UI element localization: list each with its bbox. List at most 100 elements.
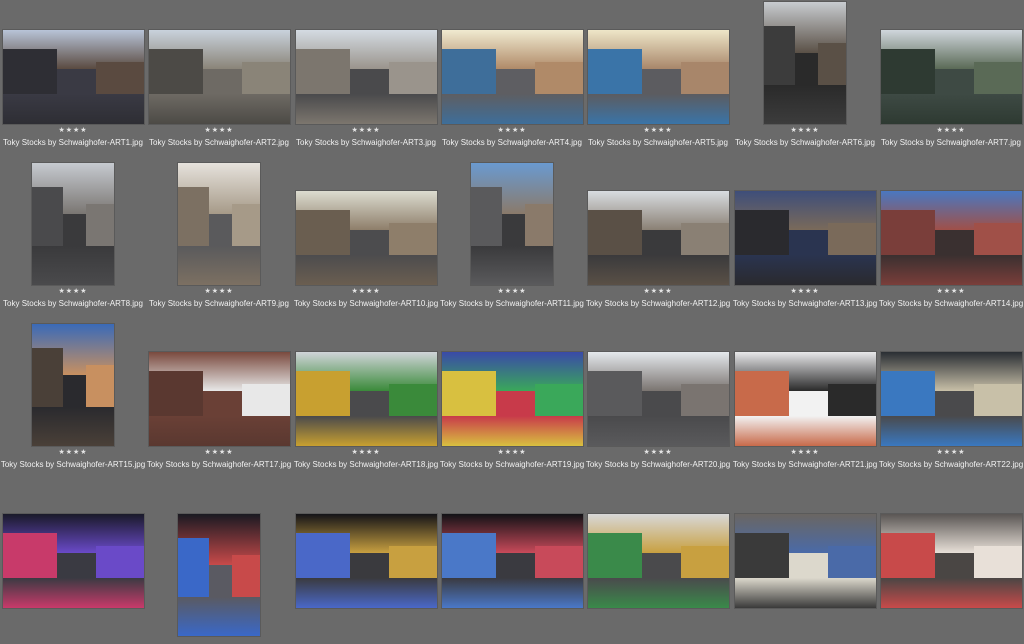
- thumbnail-cell[interactable]: ★★★★ Toky Stocks by Schwaighofer-ART4.jp…: [439, 0, 585, 161]
- filename-label: Toky Stocks by Schwaighofer-ART15.jpg: [0, 460, 146, 469]
- thumbnail-cell[interactable]: [732, 483, 878, 644]
- thumbnail-image[interactable]: [149, 352, 290, 446]
- thumbnail-image[interactable]: [32, 163, 114, 285]
- thumbnail-cell[interactable]: ★★★★ Toky Stocks by Schwaighofer-ART14.j…: [878, 161, 1024, 322]
- thumbnail-image[interactable]: [881, 514, 1022, 608]
- star-rating[interactable]: ★★★★: [585, 288, 731, 296]
- thumbnail-image[interactable]: [471, 163, 553, 285]
- thumbnail-image[interactable]: [32, 324, 114, 446]
- thumbnail-ground: [178, 597, 260, 636]
- star-rating[interactable]: ★★★★: [293, 127, 439, 135]
- star-rating[interactable]: ★★★★: [732, 127, 878, 135]
- thumbnail-ground: [735, 416, 876, 446]
- thumbnail-cell[interactable]: [0, 483, 146, 644]
- thumbnail-image[interactable]: [881, 30, 1022, 124]
- thumbnail-image[interactable]: [588, 191, 729, 285]
- star-rating[interactable]: ★★★★: [585, 127, 731, 135]
- star-rating[interactable]: ★★★★: [878, 288, 1024, 296]
- thumbnail-ground: [588, 416, 729, 446]
- thumbnail-cell[interactable]: ★★★★ Toky Stocks by Schwaighofer-ART11.j…: [439, 161, 585, 322]
- thumbnail-cell[interactable]: ★★★★ Toky Stocks by Schwaighofer-ART6.jp…: [732, 0, 878, 161]
- thumbnail-cell[interactable]: ★★★★ Toky Stocks by Schwaighofer-ART12.j…: [585, 161, 731, 322]
- thumbnail-image[interactable]: [735, 352, 876, 446]
- thumbnail-ground: [764, 85, 846, 124]
- thumbnail-cell[interactable]: ★★★★ Toky Stocks by Schwaighofer-ART2.jp…: [146, 0, 292, 161]
- star-rating[interactable]: ★★★★: [439, 288, 585, 296]
- star-rating[interactable]: ★★★★: [293, 288, 439, 296]
- star-rating[interactable]: ★★★★: [878, 449, 1024, 457]
- thumbnail-cell[interactable]: ★★★★ Toky Stocks by Schwaighofer-ART22.j…: [878, 322, 1024, 483]
- thumbnail-cell[interactable]: ★★★★ Toky Stocks by Schwaighofer-ART8.jp…: [0, 161, 146, 322]
- filename-label: Toky Stocks by Schwaighofer-ART18.jpg: [293, 460, 439, 469]
- thumbnail-image[interactable]: [881, 352, 1022, 446]
- star-rating[interactable]: ★★★★: [439, 449, 585, 457]
- thumbnail-cell[interactable]: ★★★★ Toky Stocks by Schwaighofer-ART1.jp…: [0, 0, 146, 161]
- star-rating[interactable]: ★★★★: [146, 449, 292, 457]
- thumbnail-image[interactable]: [442, 30, 583, 124]
- thumbnail-ground: [588, 255, 729, 285]
- star-rating[interactable]: ★★★★: [585, 449, 731, 457]
- thumbnail-image[interactable]: [735, 191, 876, 285]
- thumbnail-cell[interactable]: ★★★★ Toky Stocks by Schwaighofer-ART9.jp…: [146, 161, 292, 322]
- thumbnail-cell[interactable]: [878, 483, 1024, 644]
- thumbnail-image[interactable]: [735, 514, 876, 608]
- filename-label: Toky Stocks by Schwaighofer-ART1.jpg: [3, 138, 143, 147]
- star-rating[interactable]: ★★★★: [0, 449, 146, 457]
- filename-label: Toky Stocks by Schwaighofer-ART10.jpg: [293, 299, 439, 308]
- star-rating[interactable]: ★★★★: [878, 127, 1024, 135]
- thumbnail-image[interactable]: [149, 30, 290, 124]
- thumbnail-cell[interactable]: ★★★★ Toky Stocks by Schwaighofer-ART5.jp…: [585, 0, 731, 161]
- filename-label: Toky Stocks by Schwaighofer-ART22.jpg: [878, 460, 1024, 469]
- thumbnail-cell[interactable]: ★★★★ Toky Stocks by Schwaighofer-ART17.j…: [146, 322, 292, 483]
- thumbnail-ground: [588, 94, 729, 124]
- thumbnail-cell[interactable]: ★★★★ Toky Stocks by Schwaighofer-ART15.j…: [0, 322, 146, 483]
- thumbnail-cell[interactable]: ★★★★ Toky Stocks by Schwaighofer-ART21.j…: [732, 322, 878, 483]
- thumbnail-ground: [881, 578, 1022, 608]
- thumbnail-ground: [3, 94, 144, 124]
- thumbnail-cell[interactable]: ★★★★ Toky Stocks by Schwaighofer-ART20.j…: [585, 322, 731, 483]
- filename-label: Toky Stocks by Schwaighofer-ART5.jpg: [588, 138, 728, 147]
- star-rating[interactable]: ★★★★: [0, 127, 146, 135]
- thumbnail-ground: [296, 578, 437, 608]
- thumbnail-ground: [32, 407, 114, 446]
- thumbnail-image[interactable]: [588, 352, 729, 446]
- filename-label: Toky Stocks by Schwaighofer-ART11.jpg: [440, 299, 584, 308]
- filename-label: Toky Stocks by Schwaighofer-ART2.jpg: [149, 138, 289, 147]
- thumbnail-cell[interactable]: [146, 483, 292, 644]
- thumbnail-ground: [588, 578, 729, 608]
- thumbnail-image[interactable]: [296, 352, 437, 446]
- thumbnail-image[interactable]: [881, 191, 1022, 285]
- thumbnail-cell[interactable]: ★★★★ Toky Stocks by Schwaighofer-ART19.j…: [439, 322, 585, 483]
- thumbnail-cell[interactable]: ★★★★ Toky Stocks by Schwaighofer-ART10.j…: [293, 161, 439, 322]
- star-rating[interactable]: ★★★★: [732, 449, 878, 457]
- filename-label: Toky Stocks by Schwaighofer-ART13.jpg: [732, 299, 878, 308]
- thumbnail-cell[interactable]: ★★★★ Toky Stocks by Schwaighofer-ART3.jp…: [293, 0, 439, 161]
- thumbnail-image[interactable]: [3, 30, 144, 124]
- thumbnail-cell[interactable]: [293, 483, 439, 644]
- thumbnail-image[interactable]: [588, 30, 729, 124]
- filename-label: Toky Stocks by Schwaighofer-ART12.jpg: [585, 299, 731, 308]
- star-rating[interactable]: ★★★★: [146, 127, 292, 135]
- star-rating[interactable]: ★★★★: [146, 288, 292, 296]
- thumbnail-image[interactable]: [296, 30, 437, 124]
- thumbnail-image[interactable]: [442, 514, 583, 608]
- thumbnail-image[interactable]: [764, 2, 846, 124]
- star-rating[interactable]: ★★★★: [732, 288, 878, 296]
- thumbnail-image[interactable]: [3, 514, 144, 608]
- thumbnail-image[interactable]: [442, 352, 583, 446]
- thumbnail-cell[interactable]: ★★★★ Toky Stocks by Schwaighofer-ART18.j…: [293, 322, 439, 483]
- thumbnail-image[interactable]: [296, 514, 437, 608]
- thumbnail-image[interactable]: [178, 514, 260, 636]
- star-rating[interactable]: ★★★★: [293, 449, 439, 457]
- thumbnail-cell[interactable]: ★★★★ Toky Stocks by Schwaighofer-ART13.j…: [732, 161, 878, 322]
- star-rating[interactable]: ★★★★: [439, 127, 585, 135]
- thumbnail-image[interactable]: [178, 163, 260, 285]
- thumbnail-image[interactable]: [296, 191, 437, 285]
- filename-label: Toky Stocks by Schwaighofer-ART9.jpg: [149, 299, 289, 308]
- thumbnail-image[interactable]: [588, 514, 729, 608]
- thumbnail-cell[interactable]: [439, 483, 585, 644]
- filename-label: Toky Stocks by Schwaighofer-ART21.jpg: [732, 460, 878, 469]
- thumbnail-cell[interactable]: ★★★★ Toky Stocks by Schwaighofer-ART7.jp…: [878, 0, 1024, 161]
- thumbnail-cell[interactable]: [585, 483, 731, 644]
- star-rating[interactable]: ★★★★: [0, 288, 146, 296]
